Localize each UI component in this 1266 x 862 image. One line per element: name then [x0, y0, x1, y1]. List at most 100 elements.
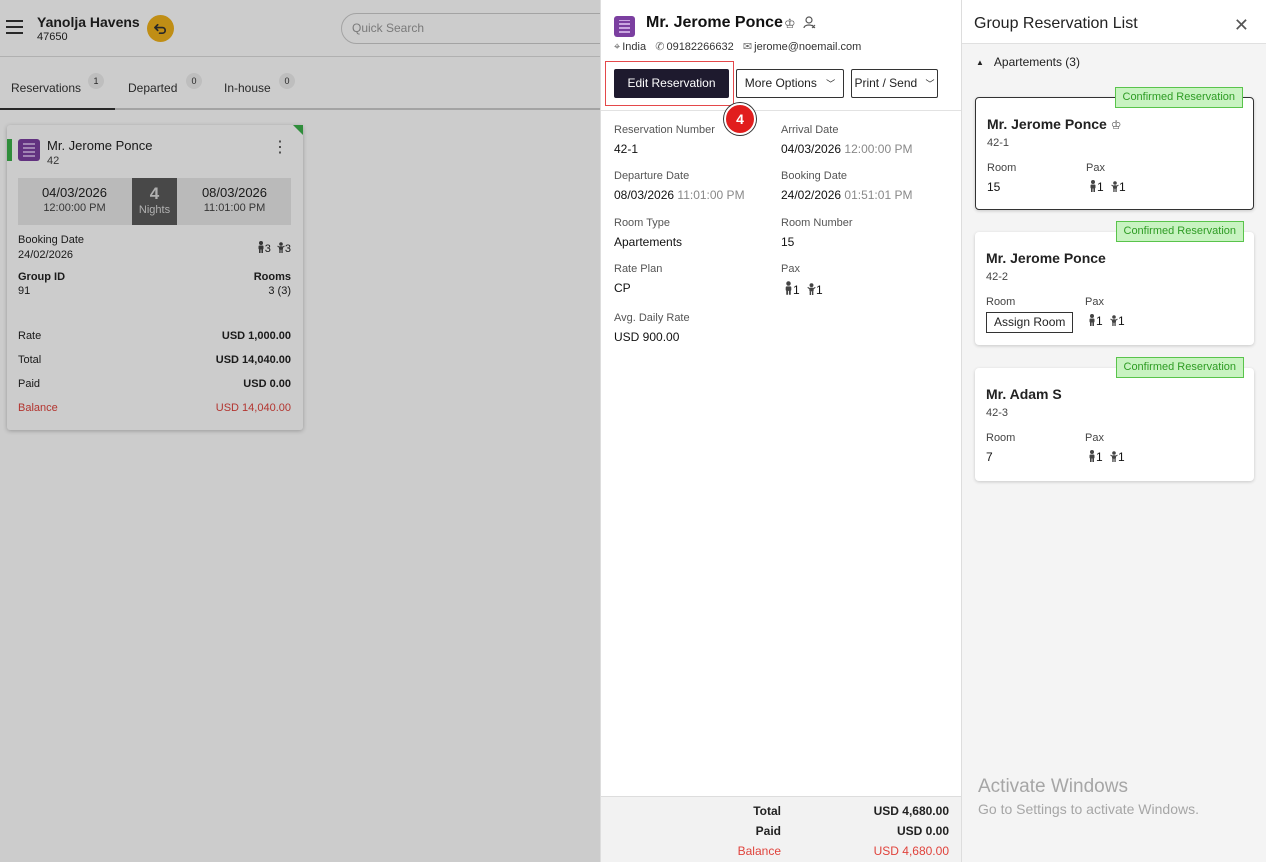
departure-date: 08/03/2026 — [614, 188, 675, 202]
chevron-down-icon: ﹀ — [826, 79, 836, 89]
detail-totals-footer: Total USD 4,680.00 Paid USD 0.00 Balance… — [601, 796, 962, 862]
pax-label: Pax — [1086, 162, 1105, 174]
adult-count: 1 — [1097, 180, 1104, 194]
section-label: Apartements (3) — [993, 55, 1080, 69]
edit-reservation-button[interactable]: Edit Reservation — [614, 69, 729, 98]
group-reservation-card[interactable]: Confirmed Reservation Mr. Jerome Ponce 4… — [975, 221, 1254, 345]
room-type-section-toggle[interactable]: ▲ Apartements (3) — [976, 55, 1080, 69]
more-options-dropdown[interactable]: More Options ﹀ — [736, 69, 844, 98]
arrival-date-value: 04/03/2026 12:00:00 PM — [781, 142, 912, 156]
group-panel-header: Group Reservation List ✕ — [962, 0, 1266, 44]
departure-time: 11:01:00 PM — [677, 188, 745, 202]
footer-balance-value: USD 4,680.00 — [873, 844, 949, 858]
assign-room-button[interactable]: Assign Room — [986, 312, 1074, 333]
card-reservation-number: 42-3 — [986, 407, 1009, 419]
room-value: 7 — [986, 450, 993, 464]
guest-name-text: Mr. Jerome Ponce — [987, 116, 1107, 132]
phone-icon: ✆ — [655, 41, 665, 53]
pax-label: Pax — [781, 263, 800, 275]
building-icon — [614, 16, 635, 37]
group-panel-title: Group Reservation List — [974, 15, 1138, 32]
booking-time: 01:51:01 PM — [844, 188, 913, 202]
booking-date: 24/02/2026 — [781, 188, 842, 202]
card-reservation-number: 42-1 — [987, 137, 1010, 149]
pax-label: Pax — [1085, 296, 1104, 308]
room-number-label: Room Number — [781, 217, 853, 229]
child-icon — [807, 283, 816, 298]
close-icon[interactable]: ✕ — [1234, 16, 1249, 34]
reservation-number-value: 42-1 — [614, 142, 639, 156]
arrival-date-label: Arrival Date — [781, 124, 839, 136]
room-label: Room — [986, 296, 1016, 308]
print-send-dropdown[interactable]: Print / Send ﹀ — [851, 69, 938, 98]
child-count: 1 — [1118, 450, 1125, 464]
group-reservation-card[interactable]: Confirmed Reservation Mr. Adam S 42-3 Ro… — [975, 357, 1254, 481]
child-icon — [1110, 315, 1118, 329]
adult-count: 1 — [1096, 450, 1103, 464]
group-reservation-card[interactable]: Confirmed Reservation Mr. Jerome Ponce ♔… — [975, 87, 1254, 210]
modal-backdrop[interactable] — [0, 0, 600, 862]
vip-crown-icon: ♔ — [784, 16, 796, 31]
footer-total-value: USD 4,680.00 — [873, 804, 949, 818]
windows-activation-watermark: Activate Windows — [978, 776, 1128, 797]
reservation-detail-panel: Mr. Jerome Ponce ♔ ⌖ India ✆ 09182266632 ✉… — [600, 0, 962, 862]
child-icon — [1110, 451, 1118, 465]
avg-daily-rate-label: Avg. Daily Rate — [614, 312, 690, 324]
room-number-value: 15 — [781, 235, 795, 249]
card-guest-name: Mr. Adam S — [986, 386, 1062, 402]
email-icon: ✉ — [742, 41, 753, 53]
adult-icon — [1089, 180, 1097, 195]
child-count: 1 — [1118, 314, 1125, 328]
booking-date-label: Booking Date — [781, 170, 848, 182]
guest-email: jerome@noemail.com — [754, 41, 862, 53]
departure-date-label: Departure Date — [614, 170, 690, 182]
location-pin-icon: ⌖ — [614, 41, 621, 53]
status-badge: Confirmed Reservation — [1115, 357, 1244, 378]
adult-icon — [784, 281, 793, 298]
adult-icon — [1088, 450, 1096, 465]
avg-daily-rate-value: USD 900.00 — [614, 330, 680, 344]
pax-value: 1 1 — [1088, 450, 1125, 465]
departure-date-value: 08/03/2026 11:01:00 PM — [614, 188, 745, 202]
room-type-label: Room Type — [614, 217, 671, 229]
status-badge: Confirmed Reservation — [1114, 87, 1243, 108]
guest-phone: 09182266632 — [666, 41, 734, 53]
windows-activation-hint: Go to Settings to activate Windows. — [978, 801, 1199, 817]
more-options-label: More Options — [744, 76, 817, 90]
child-icon — [1111, 181, 1119, 195]
detail-header: Mr. Jerome Ponce ♔ ⌖ India ✆ 09182266632 ✉… — [601, 0, 962, 135]
pax-value: 1 1 — [784, 281, 823, 298]
rate-plan-value: CP — [614, 281, 631, 295]
room-label: Room — [986, 432, 1016, 444]
card-guest-name: Mr. Jerome Ponce — [986, 250, 1106, 266]
footer-paid-value: USD 0.00 — [896, 824, 949, 838]
room-label: Room — [987, 162, 1017, 174]
footer-total-label: Total — [753, 804, 781, 818]
adult-count: 1 — [1096, 314, 1103, 328]
room-type-value: Apartements — [614, 235, 683, 249]
card-guest-name: Mr. Jerome Ponce ♔ — [987, 116, 1121, 132]
group-reservation-panel: Group Reservation List ✕ ▲ Apartements (3… — [961, 0, 1266, 862]
room-value: 15 — [987, 180, 1001, 194]
pax-label: Pax — [1085, 432, 1104, 444]
child-count: 1 — [816, 283, 823, 297]
adult-count: 1 — [793, 283, 800, 297]
child-count: 1 — [1119, 180, 1126, 194]
reservation-number-label: Reservation Number — [614, 124, 715, 136]
adult-icon — [1088, 314, 1096, 329]
guest-profile-icon[interactable] — [803, 16, 816, 32]
booking-date-value: 24/02/2026 01:51:01 PM — [781, 188, 912, 202]
chevron-down-icon: ﹀ — [925, 79, 935, 89]
vip-crown-icon: ♔ — [1110, 118, 1122, 132]
status-badge: Confirmed Reservation — [1115, 221, 1244, 242]
arrival-time: 12:00:00 PM — [844, 142, 913, 156]
detail-guest-name: Mr. Jerome Ponce — [646, 14, 783, 31]
pax-value: 1 1 — [1089, 180, 1126, 195]
print-send-label: Print / Send — [854, 76, 918, 90]
footer-balance-label: Balance — [737, 844, 781, 858]
arrival-date: 04/03/2026 — [781, 142, 842, 156]
footer-paid-label: Paid — [755, 824, 781, 838]
guest-contact: ⌖ India ✆ 09182266632 ✉ jerome@noemail.com — [614, 40, 861, 54]
rate-plan-label: Rate Plan — [614, 263, 663, 275]
guest-country: India — [622, 41, 647, 53]
